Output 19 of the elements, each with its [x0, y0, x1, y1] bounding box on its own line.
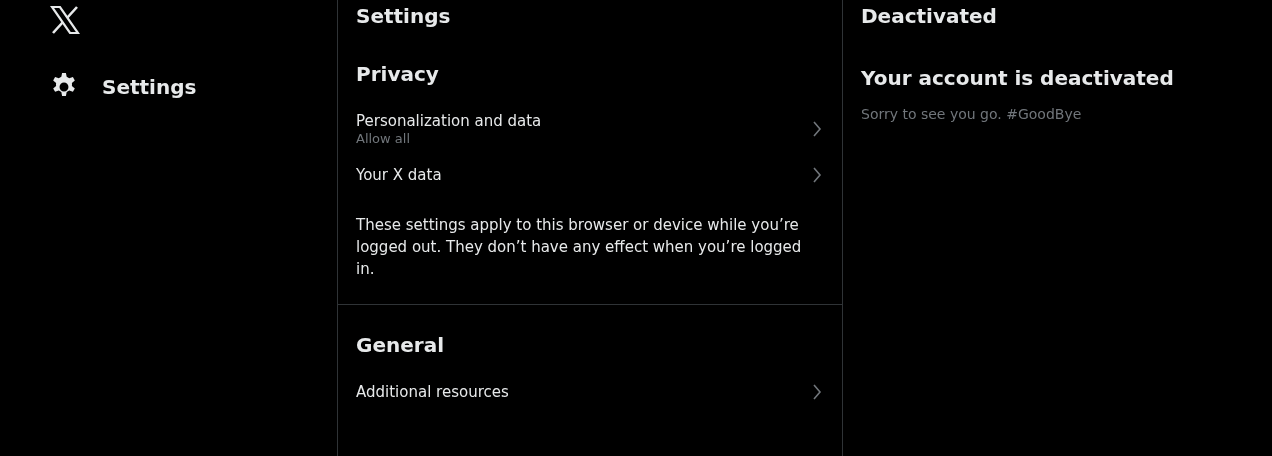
detail-message: Sorry to see you go. #GoodBye [861, 106, 1083, 122]
column-title: Deactivated [861, 4, 998, 30]
logo-icon[interactable] [50, 5, 80, 35]
chevron-right-icon [812, 383, 822, 401]
section-title: Privacy [355, 61, 440, 88]
item-sublabel: Allow all [356, 131, 412, 146]
chevron-right-icon [812, 120, 822, 138]
section-note: These settings apply to this browser or device while you’re logged out. They don’t have any effect when you’re logged in. [355, 215, 803, 280]
chevron-right-icon [812, 166, 822, 184]
item-label: Personalization and data [356, 112, 542, 130]
menu-row[interactable]: Your X data [338, 156, 842, 194]
section-title: General [355, 332, 445, 359]
detail-heading: Your account is deactivated [861, 66, 1175, 92]
menu-row[interactable]: Additional resources [338, 373, 842, 411]
column-title: Settings [355, 3, 452, 30]
nav-item[interactable]: Settings [50, 73, 337, 101]
menu-row[interactable]: Personalization and data Allow all [338, 102, 842, 156]
item-label: Your X data [356, 166, 442, 184]
item-label: Additional resources [356, 383, 509, 401]
